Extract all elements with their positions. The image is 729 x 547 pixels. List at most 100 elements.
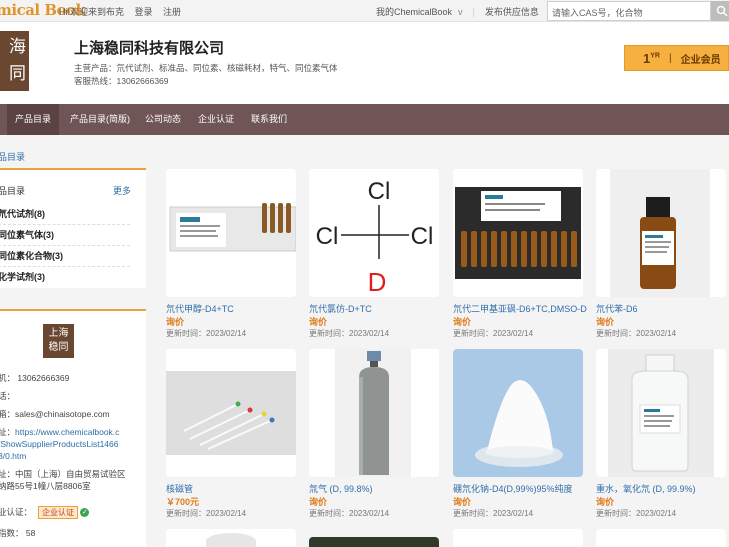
product-image[interactable] — [596, 529, 726, 547]
company-products: 主营产品：氘代试剂、标准品、同位素、核磁耗材，特气、同位素气体 — [74, 63, 338, 73]
contact-url-link[interactable]: https://www.chemicalbook.c — [15, 427, 119, 437]
breadcrumb[interactable]: 品目录 — [0, 150, 25, 163]
product-image[interactable] — [309, 537, 439, 547]
structure-atom-label: Cl — [368, 178, 391, 205]
product-name[interactable]: 硼氘化钠-D4(D,99%)95%纯度 — [453, 482, 587, 495]
register-link[interactable]: 注册 — [163, 7, 181, 17]
company-logo-text: 海 同 — [9, 37, 26, 84]
nav-item-contact[interactable]: 联系我们 — [251, 104, 287, 135]
company-logo: 海 同 — [0, 31, 29, 91]
contact-url: 址：https://www.chemicalbook.c — [0, 426, 119, 438]
product-name[interactable]: 核磁管 — [166, 482, 300, 495]
category-item[interactable]: 化学试剂(3) — [0, 267, 130, 288]
structure-atom-label: D — [368, 267, 387, 297]
more-link[interactable]: 更多 — [113, 184, 131, 197]
product-price: 询价 — [596, 497, 615, 507]
category-title: 品目录 — [0, 186, 26, 196]
reagent-bottle-image — [596, 169, 726, 297]
product-image[interactable] — [166, 349, 296, 477]
cert-label: 业认证： — [0, 507, 33, 517]
contact-fax: 话： — [0, 391, 16, 401]
nav-item-catalog-simple[interactable]: 产品目录(简版) — [70, 104, 130, 135]
top-links: Hi!欢迎来到布克 登录 注册 — [59, 5, 189, 18]
product-date: 更新时间：2023/02/14 — [453, 329, 534, 338]
product-date: 更新时间：2023/02/14 — [596, 329, 677, 338]
contact-index: 指数： 58 — [0, 528, 36, 538]
member-years: 1YR — [643, 51, 660, 66]
product-price: 询价 — [166, 317, 185, 327]
product-image[interactable] — [166, 529, 296, 547]
category-item[interactable]: 氘代试剂(8) — [0, 204, 130, 225]
product-image[interactable] — [166, 169, 296, 297]
product-date: 更新时间：2023/02/14 — [309, 509, 390, 518]
company-name: 上海稳同科技有限公司 — [74, 40, 225, 57]
product-date: 更新时间：2023/02/14 — [309, 329, 390, 338]
nmr-tube-image — [166, 349, 296, 477]
product-price: 询价 — [596, 317, 615, 327]
contact-url-link[interactable]: /ShowSupplierProductsList1466 — [0, 438, 119, 450]
powder-sample-image — [453, 349, 583, 477]
contact-phone: 机： 13062666369 — [0, 373, 70, 383]
product-price: 询价 — [309, 497, 328, 507]
search-input[interactable]: 请输入CAS号，化合物 — [547, 1, 711, 21]
search-icon — [716, 5, 728, 17]
product-date: 更新时间：2023/02/14 — [166, 509, 247, 518]
nav-item-news[interactable]: 公司动态 — [145, 104, 181, 135]
cert-badge[interactable]: 企业认证 — [38, 506, 79, 519]
contact-address: 址：中国（上海）自由贸易试验区 — [0, 469, 126, 479]
product-name[interactable]: 氘代氯仿-D+TC — [309, 302, 443, 315]
product-price: 询价 — [309, 317, 328, 327]
greeting-text: Hi!欢迎来到布克 — [59, 7, 124, 17]
login-link[interactable]: 登录 — [135, 7, 153, 17]
company-hotline: 客服热线：13062666369 — [74, 76, 169, 86]
chevron-down-icon[interactable]: v — [458, 7, 463, 17]
product-price: 询价 — [453, 497, 472, 507]
product-image[interactable] — [453, 349, 583, 477]
top-bar: mical Book Hi!欢迎来到布克 登录 注册 我的ChemicalBoo… — [0, 0, 729, 22]
product-name[interactable]: 氘代甲醇-D4+TC — [166, 302, 300, 315]
product-image[interactable] — [309, 349, 439, 477]
product-date: 更新时间：2023/02/14 — [596, 509, 677, 518]
category-item[interactable]: 同位素化合物(3) — [0, 246, 130, 267]
product-date: 更新时间：2023/02/14 — [453, 509, 534, 518]
search-button[interactable] — [711, 1, 729, 21]
chemical-structure-image: Cl Cl Cl D — [309, 169, 439, 297]
product-name[interactable]: 氘代二甲基亚砜-D6+TC,DMSO-D6 — [453, 302, 587, 315]
product-name[interactable]: 氚气 (D, 99.8%) — [309, 482, 443, 495]
logo-line: 上海 — [48, 328, 69, 339]
product-image[interactable] — [596, 349, 726, 477]
logo-line: 稳同 — [48, 342, 69, 353]
product-image[interactable] — [453, 529, 583, 547]
nav-item-catalog[interactable]: 产品目录 — [7, 104, 60, 135]
check-icon: ✓ — [80, 508, 90, 518]
product-price: 询价 — [453, 317, 472, 327]
publish-link[interactable]: 发布供应信息 — [485, 7, 539, 17]
company-header: 海 同 上海稳同科技有限公司 主营产品：氘代试剂、标准品、同位素、核磁耗材，特气… — [0, 22, 729, 104]
gas-cylinder-image — [309, 349, 439, 477]
product-image[interactable]: Cl Cl Cl D — [309, 169, 439, 297]
ampoule-box-image — [166, 169, 296, 297]
product-image[interactable] — [453, 169, 583, 297]
structure-atom-label: Cl — [411, 223, 434, 250]
contact-url-link[interactable]: 3/0.htm — [0, 450, 26, 462]
category-panel: 品目录 更多 氘代试剂(8) 同位素气体(3) 同位素化合物(3) 化学试剂(3… — [0, 168, 146, 288]
main-nav: 产品目录 产品目录(简版) 公司动态 企业认证 联系我们 — [0, 104, 729, 135]
product-image[interactable] — [596, 169, 726, 297]
product-name[interactable]: 重水，氧化氘 (D, 99.9%) — [596, 482, 729, 495]
contact-cert: 业认证： 企业认证 ✓ — [0, 506, 90, 519]
top-right-links: 我的ChemicalBook v | 发布供应信息 — [376, 5, 539, 18]
divider: | — [668, 52, 672, 64]
company-logo-small: 上海 稳同 — [43, 324, 74, 358]
product-date: 更新时间：2023/02/14 — [166, 329, 247, 338]
nav-item-certification[interactable]: 企业认证 — [198, 104, 234, 135]
member-years-suffix: YR — [650, 52, 660, 60]
member-badge[interactable]: 1YR | 企业会员 — [624, 45, 729, 71]
ampoule-box-image — [453, 169, 583, 297]
product-name[interactable]: 氘代苯-D6 — [596, 302, 729, 315]
category-item[interactable]: 同位素气体(3) — [0, 225, 130, 246]
member-label: 企业会员 — [680, 54, 721, 66]
contact-panel: 上海 稳同 机： 13062666369 话： 箱：sales@chinaiso… — [0, 309, 146, 547]
structure-atom-label: Cl — [316, 223, 339, 250]
divider: | — [472, 7, 475, 17]
my-account-link[interactable]: 我的ChemicalBook — [376, 7, 452, 17]
